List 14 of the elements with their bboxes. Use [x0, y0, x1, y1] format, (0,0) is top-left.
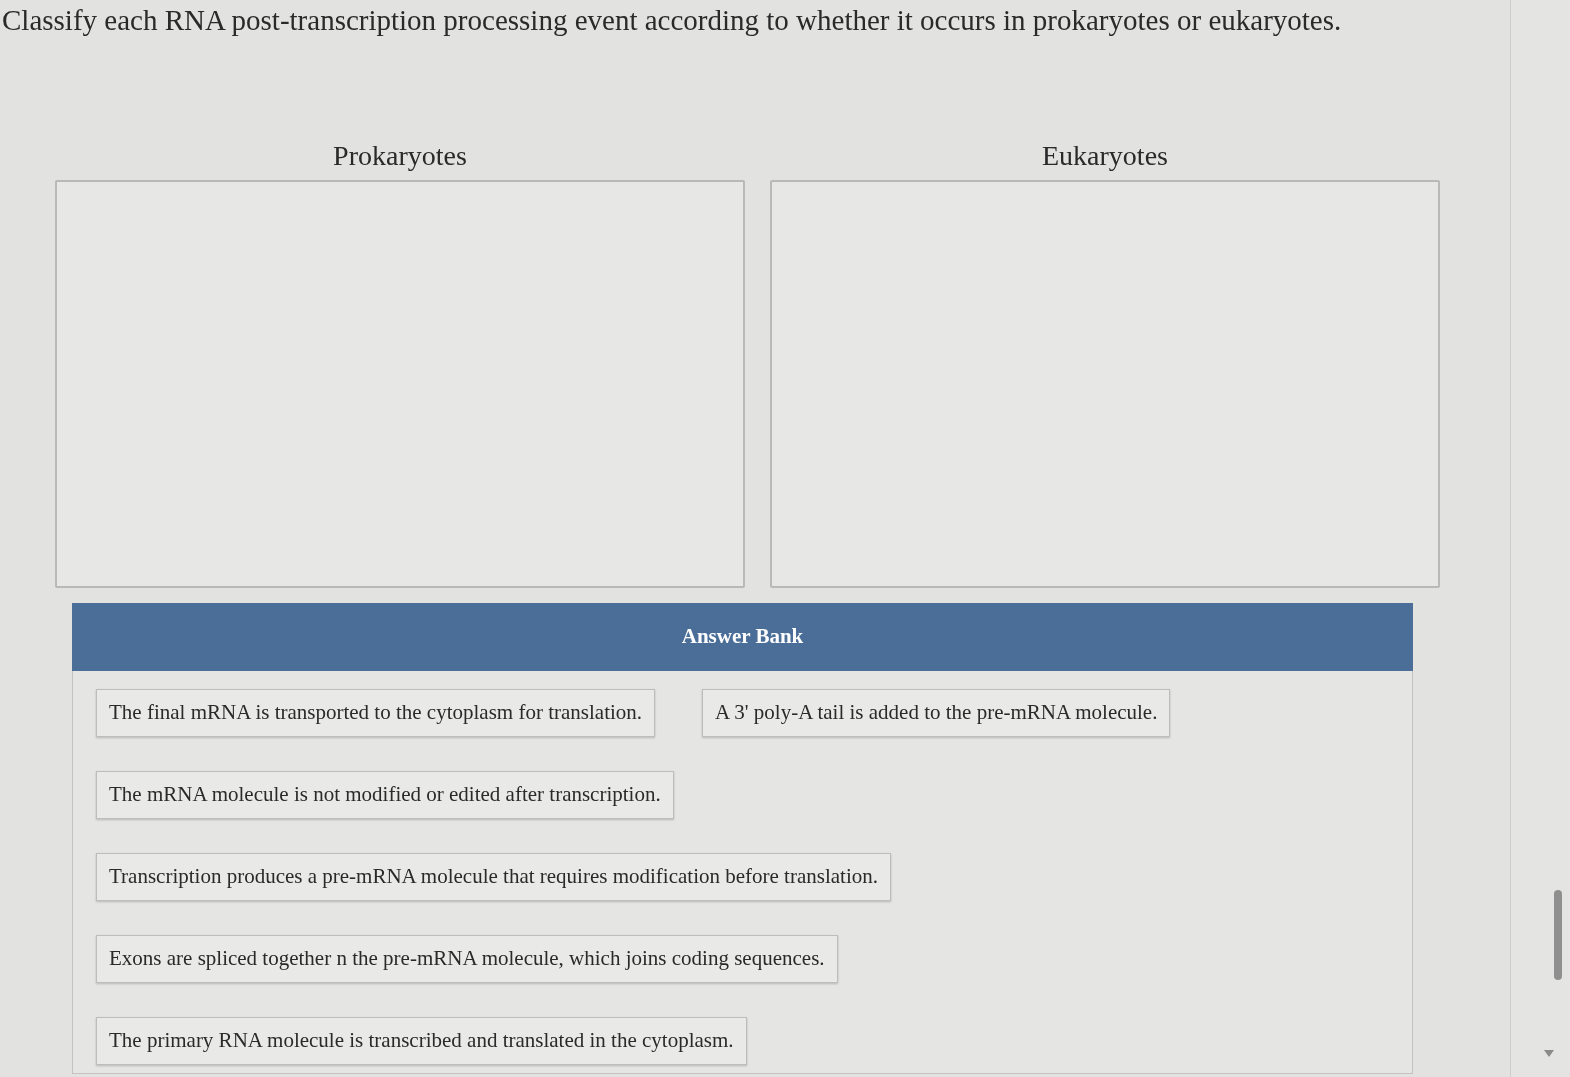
category-heading: Eukaryotes [1042, 140, 1168, 172]
scrollbar-thumb[interactable] [1554, 890, 1562, 980]
answer-bank-title: Answer Bank [681, 623, 804, 651]
answer-card[interactable]: The primary RNA molecule is transcribed and translated in the cytoplasm. [96, 1017, 747, 1065]
answer-card[interactable]: The mRNA molecule is not modified or edited after transcription. [96, 771, 674, 819]
category-heading: Prokaryotes [333, 140, 467, 172]
scroll-down-arrow-icon[interactable] [1544, 1050, 1554, 1057]
question-text: Classify each RNA post-transcription processing event according to whether it occurs in prokaryotes or eukaryotes. [1, 3, 1342, 38]
drop-zone[interactable] [55, 180, 745, 588]
answer-card[interactable]: Transcription produces a pre-mRNA molecule that requires modification before translation. [96, 853, 891, 901]
answer-card[interactable]: Exons are spliced together n the pre-mRNA molecule, which joins coding sequences. [96, 935, 838, 983]
drop-zone[interactable] [770, 180, 1440, 588]
answer-card[interactable]: A 3' poly-A tail is added to the pre-mRNA molecule. [702, 689, 1171, 737]
answer-card[interactable]: The final mRNA is transported to the cytoplasm for translation. [96, 689, 656, 737]
